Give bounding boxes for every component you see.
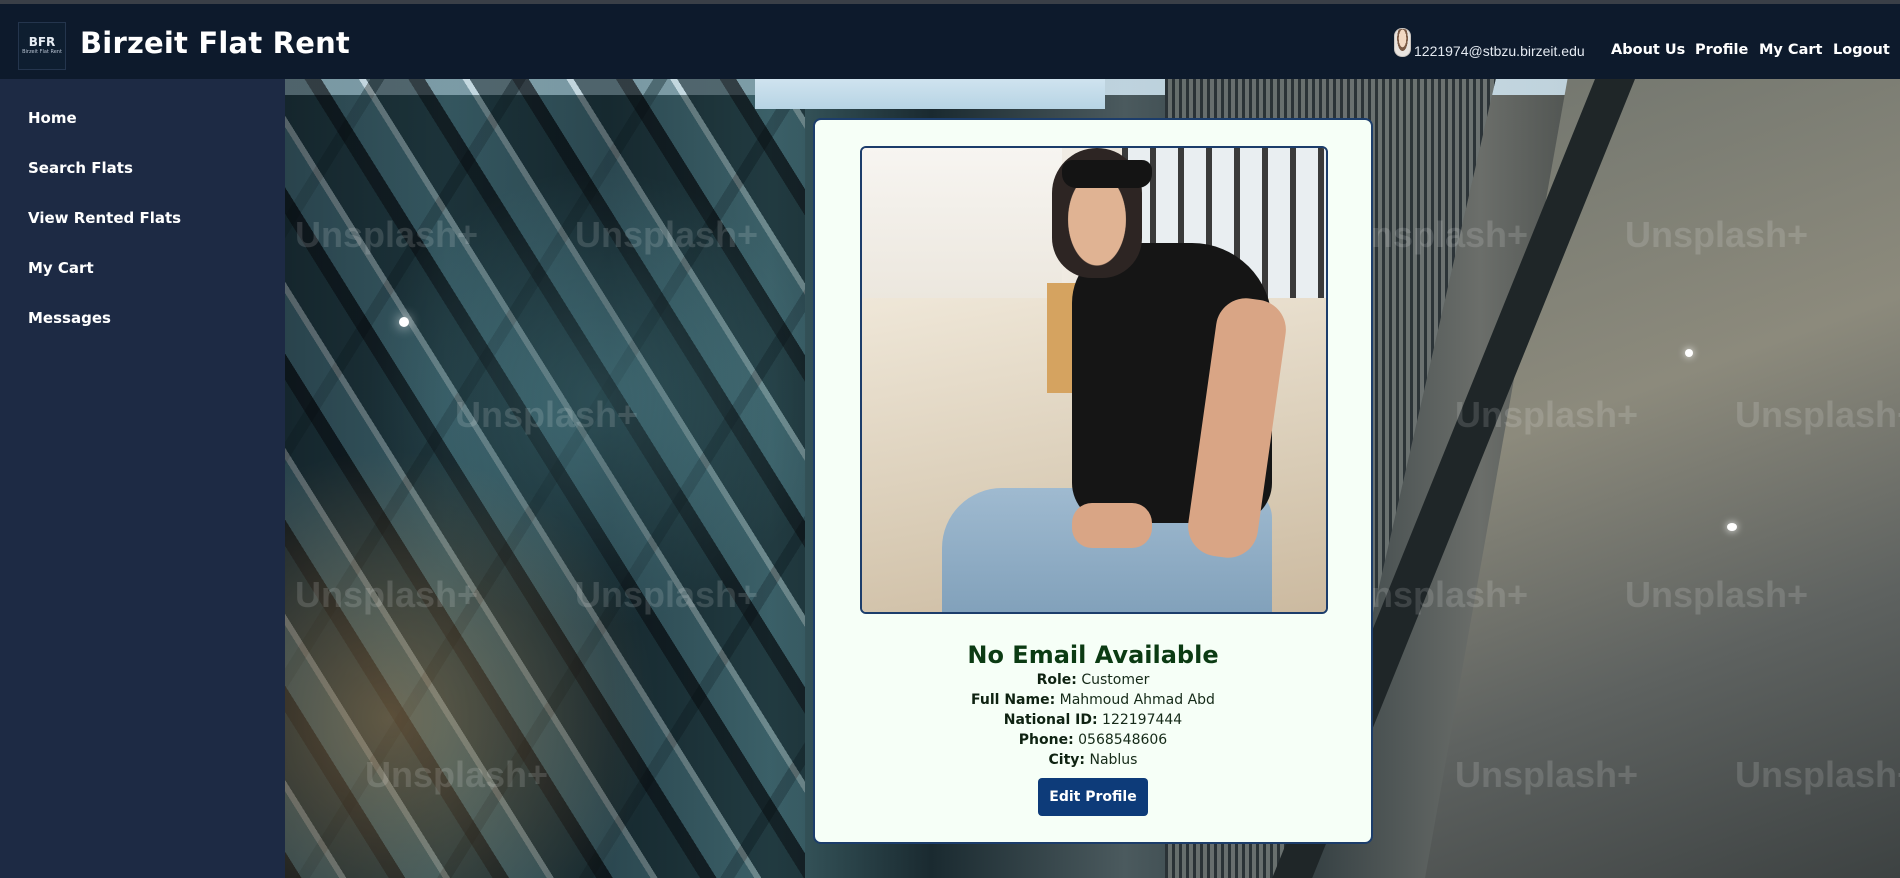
sidebar-item-home[interactable]: Home [28,109,77,127]
background-building-wall [1425,79,1900,878]
sidebar: Home Search Flats View Rented Flats My C… [0,79,285,878]
photo-wall [862,148,1062,298]
info-national-id: National ID: 122197444 [815,710,1371,730]
background-light [1685,349,1693,357]
nav-profile-link[interactable]: Profile [1695,42,1748,58]
info-full-name: Full Name: Mahmoud Ahmad Abd [815,690,1371,710]
user-email: 1221974@stbzu.birzeit.edu [1414,43,1585,59]
sidebar-item-search-flats[interactable]: Search Flats [28,159,133,177]
nav-about-us-link[interactable]: About Us [1611,42,1685,58]
profile-heading: No Email Available [967,641,1219,669]
info-city-label: City: [1048,752,1086,768]
site-logo[interactable]: BFR Birzeit Flat Rent [18,22,66,70]
user-avatar[interactable] [1394,28,1411,57]
background-light [1727,523,1737,531]
logo-text: BFR [28,35,56,49]
background-building-facade [285,79,805,878]
sunglasses [1062,160,1152,188]
nav-my-cart-link[interactable]: My Cart [1759,42,1822,58]
info-city: City: Nablus [815,750,1371,770]
info-full-name-label: Full Name: [971,692,1056,708]
info-role-value: Customer [1081,672,1150,688]
profile-photo [860,146,1328,614]
info-national-id-value: 122197444 [1102,712,1183,728]
background-sky [755,79,1105,109]
nav-logout-link[interactable]: Logout [1833,42,1890,58]
info-city-value: Nablus [1089,752,1138,768]
profile-card: No Email Available Role: Customer Full N… [813,118,1373,844]
info-phone-value: 0568548606 [1078,732,1168,748]
info-full-name-value: Mahmoud Ahmad Abd [1059,692,1215,708]
site-title: Birzeit Flat Rent [80,26,350,60]
info-role-label: Role: [1036,672,1077,688]
info-role: Role: Customer [815,670,1371,690]
edit-profile-button[interactable]: Edit Profile [1038,778,1148,816]
logo-subtext: Birzeit Flat Rent [22,49,62,55]
sidebar-item-my-cart[interactable]: My Cart [28,259,94,277]
info-phone-label: Phone: [1018,732,1074,748]
person-hand [1072,503,1152,548]
background-light [399,317,409,327]
sidebar-item-messages[interactable]: Messages [28,309,111,327]
top-header: BFR Birzeit Flat Rent Birzeit Flat Rent … [0,4,1900,79]
profile-info: No Email Available Role: Customer Full N… [815,640,1371,770]
sidebar-item-view-rented-flats[interactable]: View Rented Flats [28,209,181,227]
info-national-id-label: National ID: [1003,712,1098,728]
info-phone: Phone: 0568548606 [815,730,1371,750]
